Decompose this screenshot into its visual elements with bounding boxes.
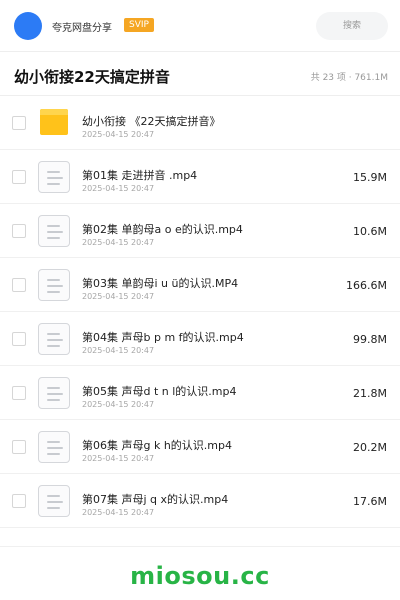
- select-checkbox[interactable]: [12, 170, 26, 184]
- item-date: 2025-04-15 20:47: [82, 292, 155, 301]
- item-name: 幼小衔接 《22天搞定拼音》: [82, 115, 221, 128]
- file-list: 幼小衔接 《22天搞定拼音》 2025-04-15 20:47 第01集 走进拼…: [0, 96, 400, 528]
- file-icon: [38, 161, 70, 193]
- item-date: 2025-04-15 20:47: [82, 346, 155, 355]
- list-item[interactable]: 第07集 声母j q x的认识.mp4 2025-04-15 20:47 17.…: [0, 474, 400, 528]
- select-checkbox[interactable]: [12, 224, 26, 238]
- file-icon: [38, 485, 70, 517]
- select-checkbox[interactable]: [12, 278, 26, 292]
- item-date: 2025-04-15 20:47: [82, 508, 155, 517]
- search-input[interactable]: 搜索: [316, 12, 388, 40]
- file-icon: [38, 431, 70, 463]
- item-date: 2025-04-15 20:47: [82, 238, 155, 247]
- list-item[interactable]: 第04集 声母b p m f的认识.mp4 2025-04-15 20:47 9…: [0, 312, 400, 366]
- list-item[interactable]: 第03集 单韵母i u ü的认识.MP4 2025-04-15 20:47 16…: [0, 258, 400, 312]
- item-name: 第07集 声母j q x的认识.mp4: [82, 493, 229, 506]
- file-icon: [38, 215, 70, 247]
- sharer-name: 夸克网盘分享: [52, 23, 112, 34]
- item-name: 第03集 单韵母i u ü的认识.MP4: [82, 277, 239, 290]
- item-date: 2025-04-15 20:47: [82, 130, 155, 139]
- select-checkbox[interactable]: [12, 386, 26, 400]
- select-checkbox[interactable]: [12, 332, 26, 346]
- item-name: 第04集 声母b p m f的认识.mp4: [82, 331, 244, 344]
- file-icon: [38, 323, 70, 355]
- select-checkbox[interactable]: [12, 494, 26, 508]
- folder-icon: [40, 109, 68, 135]
- list-item[interactable]: 第02集 单韵母a o e的认识.mp4 2025-04-15 20:47 10…: [0, 204, 400, 258]
- item-name: 第01集 走进拼音 .mp4: [82, 169, 198, 182]
- avatar[interactable]: [14, 12, 42, 40]
- item-size: 10.6M: [353, 225, 387, 238]
- svip-badge: SVIP: [124, 18, 154, 32]
- item-name: 第06集 声母g k h的认识.mp4: [82, 439, 233, 452]
- list-item-folder[interactable]: 幼小衔接 《22天搞定拼音》 2025-04-15 20:47: [0, 96, 400, 150]
- item-size: 20.2M: [353, 441, 387, 454]
- item-name: 第02集 单韵母a o e的认识.mp4: [82, 223, 243, 236]
- item-size: 166.6M: [346, 279, 387, 292]
- item-date: 2025-04-15 20:47: [82, 400, 155, 409]
- watermark: miosou.cc: [130, 562, 270, 590]
- file-icon: [38, 377, 70, 409]
- file-icon: [38, 269, 70, 301]
- list-item[interactable]: 第06集 声母g k h的认识.mp4 2025-04-15 20:47 20.…: [0, 420, 400, 474]
- select-checkbox[interactable]: [12, 116, 26, 130]
- item-date: 2025-04-15 20:47: [82, 454, 155, 463]
- folder-title-bar: 幼小衔接22天搞定拼音 共 23 项 · 761.1M: [0, 52, 400, 96]
- item-date: 2025-04-15 20:47: [82, 184, 155, 193]
- list-item[interactable]: 第05集 声母d t n l的认识.mp4 2025-04-15 20:47 2…: [0, 366, 400, 420]
- item-size: 21.8M: [353, 387, 387, 400]
- item-count-size: 共 23 项 · 761.1M: [310, 73, 388, 83]
- item-size: 99.8M: [353, 333, 387, 346]
- header-bar: 夸克网盘分享 SVIP 搜索: [0, 0, 400, 52]
- item-size: 17.6M: [353, 495, 387, 508]
- list-item[interactable]: 第01集 走进拼音 .mp4 2025-04-15 20:47 15.9M: [0, 150, 400, 204]
- select-checkbox[interactable]: [12, 440, 26, 454]
- page-title: 幼小衔接22天搞定拼音: [14, 68, 170, 86]
- item-size: 15.9M: [353, 171, 387, 184]
- divider: [0, 546, 400, 547]
- item-name: 第05集 声母d t n l的认识.mp4: [82, 385, 237, 398]
